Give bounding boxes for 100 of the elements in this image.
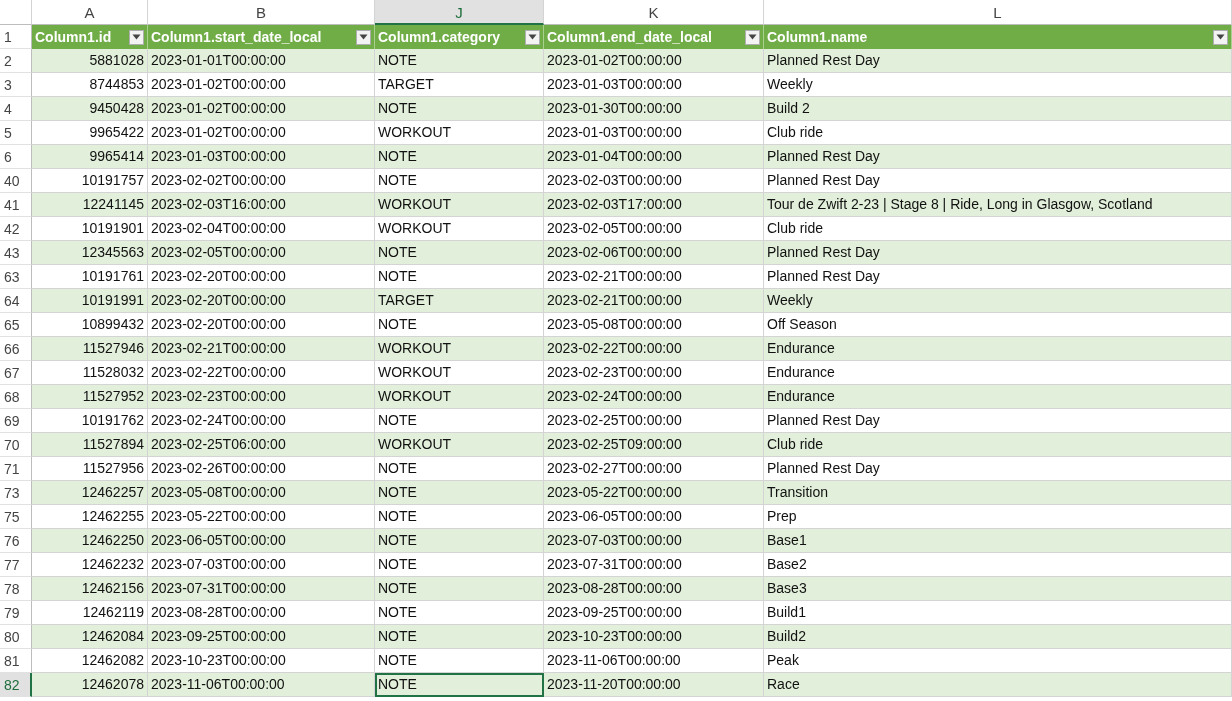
row-number[interactable]: 64	[0, 289, 32, 313]
row-number[interactable]: 42	[0, 217, 32, 241]
table-cell: Weekly	[764, 289, 1232, 313]
table-cell: 2023-08-28T00:00:00	[544, 577, 764, 601]
table-cell: Build2	[764, 625, 1232, 649]
table-cell: 2023-02-21T00:00:00	[544, 289, 764, 313]
row-number[interactable]: 5	[0, 121, 32, 145]
table-cell: 2023-01-03T00:00:00	[544, 73, 764, 97]
table-cell: 12345563	[32, 241, 148, 265]
column-header[interactable]: L	[764, 0, 1232, 25]
row-number[interactable]: 6	[0, 145, 32, 169]
row-number[interactable]: 81	[0, 649, 32, 673]
table-cell: 12462156	[32, 577, 148, 601]
row-number[interactable]: 41	[0, 193, 32, 217]
row-number[interactable]: 1	[0, 25, 32, 49]
table-cell: 12462255	[32, 505, 148, 529]
table-cell: NOTE	[375, 673, 544, 697]
row-number[interactable]: 75	[0, 505, 32, 529]
row-number[interactable]: 43	[0, 241, 32, 265]
table-cell: NOTE	[375, 529, 544, 553]
table-cell: WORKOUT	[375, 121, 544, 145]
column-header[interactable]: J	[375, 0, 544, 25]
row-number[interactable]: 66	[0, 337, 32, 361]
table-cell: NOTE	[375, 505, 544, 529]
table-cell: 2023-02-27T00:00:00	[544, 457, 764, 481]
table-cell: 2023-02-25T00:00:00	[544, 409, 764, 433]
header-label: Column1.end_date_local	[547, 29, 712, 45]
table-cell: 9450428	[32, 97, 148, 121]
table-cell: 2023-05-08T00:00:00	[544, 313, 764, 337]
table-cell: Club ride	[764, 433, 1232, 457]
table-cell: Race	[764, 673, 1232, 697]
table-cell: 2023-05-22T00:00:00	[544, 481, 764, 505]
table-cell: NOTE	[375, 49, 544, 73]
table-cell: Build 2	[764, 97, 1232, 121]
column-header[interactable]: K	[544, 0, 764, 25]
row-number[interactable]: 40	[0, 169, 32, 193]
table-cell: Peak	[764, 649, 1232, 673]
table-cell: 2023-07-31T00:00:00	[148, 577, 375, 601]
table-cell: 2023-02-03T17:00:00	[544, 193, 764, 217]
table-cell: 2023-01-02T00:00:00	[148, 97, 375, 121]
table-cell: NOTE	[375, 577, 544, 601]
row-number[interactable]: 67	[0, 361, 32, 385]
row-number[interactable]: 77	[0, 553, 32, 577]
row-number[interactable]: 79	[0, 601, 32, 625]
table-cell: 8744853	[32, 73, 148, 97]
table-cell: 11527952	[32, 385, 148, 409]
table-cell: 10191991	[32, 289, 148, 313]
row-number[interactable]: 69	[0, 409, 32, 433]
row-number[interactable]: 2	[0, 49, 32, 73]
table-cell: Base2	[764, 553, 1232, 577]
table-cell: Planned Rest Day	[764, 241, 1232, 265]
table-cell: WORKOUT	[375, 361, 544, 385]
filter-dropdown-icon[interactable]	[745, 29, 760, 45]
table-cell: 10191761	[32, 265, 148, 289]
table-cell: 2023-02-03T16:00:00	[148, 193, 375, 217]
row-number[interactable]: 63	[0, 265, 32, 289]
table-cell: 2023-05-08T00:00:00	[148, 481, 375, 505]
table-cell: 2023-01-03T00:00:00	[148, 145, 375, 169]
table-cell: 2023-02-21T00:00:00	[148, 337, 375, 361]
table-cell: WORKOUT	[375, 433, 544, 457]
table-cell: 2023-02-24T00:00:00	[148, 409, 375, 433]
row-number[interactable]: 68	[0, 385, 32, 409]
table-cell: 2023-07-03T00:00:00	[544, 529, 764, 553]
table-cell: 9965414	[32, 145, 148, 169]
table-cell: NOTE	[375, 649, 544, 673]
row-number[interactable]: 82	[0, 673, 32, 697]
column-header[interactable]: B	[148, 0, 375, 25]
table-cell: 2023-01-03T00:00:00	[544, 121, 764, 145]
table-cell: Planned Rest Day	[764, 409, 1232, 433]
table-cell: Endurance	[764, 337, 1232, 361]
table-cell: 12462119	[32, 601, 148, 625]
table-cell: Off Season	[764, 313, 1232, 337]
table-cell: 2023-06-05T00:00:00	[148, 529, 375, 553]
filter-dropdown-icon[interactable]	[129, 29, 144, 45]
table-cell: Planned Rest Day	[764, 169, 1232, 193]
table-cell: Planned Rest Day	[764, 145, 1232, 169]
table-cell: 2023-01-02T00:00:00	[544, 49, 764, 73]
row-number[interactable]: 78	[0, 577, 32, 601]
table-cell: 11528032	[32, 361, 148, 385]
row-number[interactable]: 70	[0, 433, 32, 457]
table-cell: WORKOUT	[375, 193, 544, 217]
row-number[interactable]: 73	[0, 481, 32, 505]
table-cell: NOTE	[375, 313, 544, 337]
table-cell: NOTE	[375, 481, 544, 505]
row-number[interactable]: 76	[0, 529, 32, 553]
filter-dropdown-icon[interactable]	[525, 29, 540, 45]
table-cell: 12462078	[32, 673, 148, 697]
column-header[interactable]: A	[32, 0, 148, 25]
row-number[interactable]: 4	[0, 97, 32, 121]
table-cell: 2023-02-06T00:00:00	[544, 241, 764, 265]
table-cell: 2023-02-22T00:00:00	[544, 337, 764, 361]
table-cell: NOTE	[375, 409, 544, 433]
table-cell: 2023-02-21T00:00:00	[544, 265, 764, 289]
table-cell: Base1	[764, 529, 1232, 553]
row-number[interactable]: 80	[0, 625, 32, 649]
row-number[interactable]: 71	[0, 457, 32, 481]
filter-dropdown-icon[interactable]	[1213, 29, 1228, 45]
row-number[interactable]: 65	[0, 313, 32, 337]
filter-dropdown-icon[interactable]	[356, 29, 371, 45]
row-number[interactable]: 3	[0, 73, 32, 97]
